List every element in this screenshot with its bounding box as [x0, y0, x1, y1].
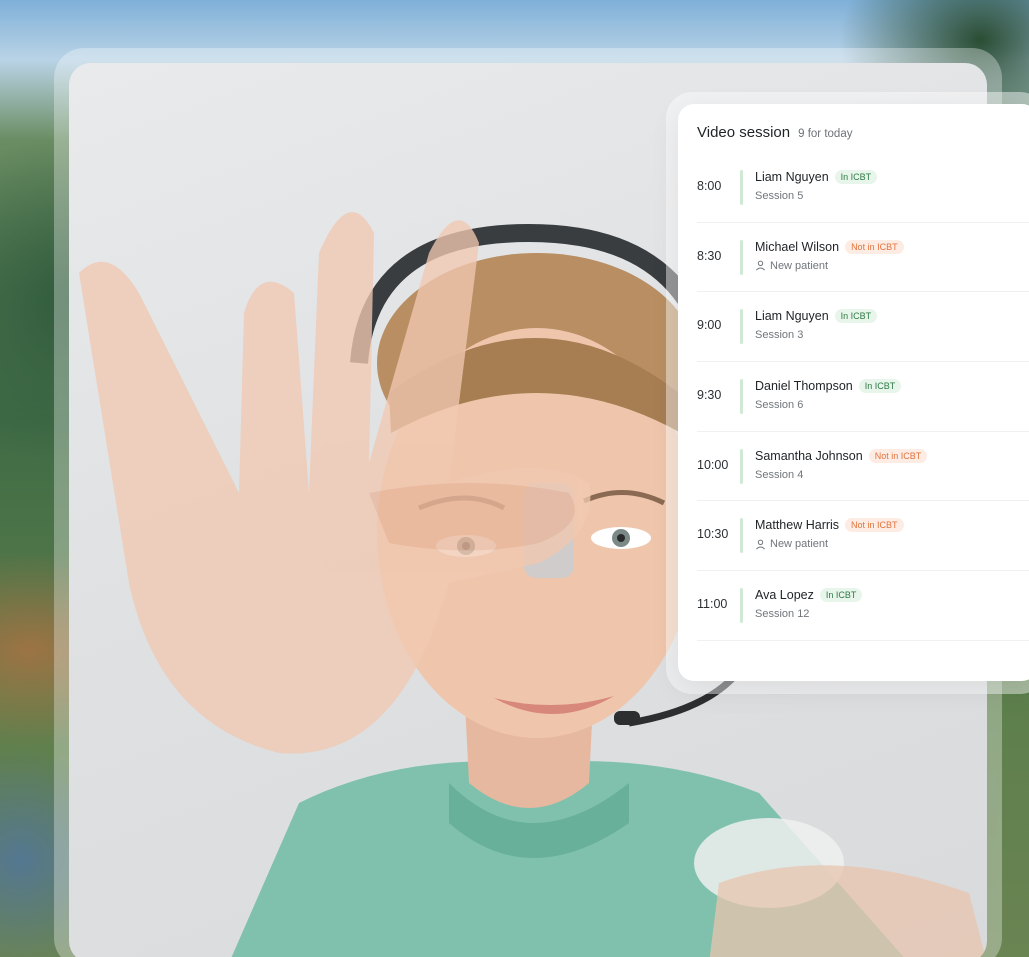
- icbt-status-badge: Not in ICBT: [868, 448, 928, 463]
- icbt-status-badge: In ICBT: [834, 170, 878, 184]
- session-row[interactable]: 10:30 Matthew Harris Not in ICBT New patien…: [697, 501, 1029, 572]
- session-accent-bar: [740, 239, 743, 275]
- patient-name-line: Liam Nguyen In ICBT: [755, 170, 878, 184]
- session-time: 10:30: [697, 527, 729, 542]
- patient-name: Liam Nguyen: [755, 309, 829, 324]
- patient-name: Ava Lopez: [755, 588, 814, 603]
- person-icon: [756, 539, 765, 550]
- session-time: 8:30: [697, 248, 722, 263]
- session-accent-bar: [740, 379, 743, 415]
- icbt-status-badge: In ICBT: [858, 379, 902, 394]
- patient-name: Liam Nguyen: [755, 170, 829, 184]
- session-time: 9:30: [697, 388, 722, 403]
- session-detail-line: Session 12: [755, 608, 809, 620]
- session-detail-line: New patient: [755, 538, 828, 550]
- session-detail: Session 12: [755, 608, 810, 621]
- session-accent-bar: [740, 170, 743, 205]
- icbt-status-badge: In ICBT: [819, 588, 863, 603]
- patient-name-line: Samantha Johnson Not in ICBT: [755, 448, 928, 463]
- patient-name-line: Matthew Harris Not in ICBT: [755, 518, 904, 533]
- panel-title: Video session: [697, 124, 791, 141]
- session-detail-line: Session 5: [755, 190, 803, 202]
- patient-name-line: Michael Wilson Not in ICBT: [755, 239, 904, 254]
- session-detail: New patient: [770, 259, 829, 272]
- session-detail-line: Session 6: [755, 399, 803, 411]
- patient-name-line: Ava Lopez In ICBT: [755, 588, 863, 603]
- patient-name-line: Daniel Thompson In ICBT: [755, 379, 902, 394]
- patient-name-line: Liam Nguyen In ICBT: [755, 309, 878, 324]
- session-count: 9 for today: [798, 128, 853, 140]
- session-detail: Session 6: [755, 399, 804, 412]
- session-detail: Session 4: [755, 468, 804, 481]
- person-icon: [756, 260, 765, 271]
- session-row[interactable]: 9:30 Daniel Thompson In ICBT Session 6: [697, 362, 1029, 432]
- session-detail-line: Session 3: [755, 329, 803, 341]
- session-accent-bar: [740, 518, 743, 554]
- patient-name: Michael Wilson: [755, 239, 840, 254]
- video-session-panel: Video session 9 for today 8:00 Liam Nguye…: [678, 104, 1029, 681]
- session-row[interactable]: 9:00 Liam Nguyen In ICBT Session 3: [697, 292, 1029, 363]
- session-list: 8:00 Liam Nguyen In ICBT Session 5 8:30 Micha…: [697, 153, 1029, 641]
- patient-name: Samantha Johnson: [755, 448, 863, 463]
- patient-name: Daniel Thompson: [755, 379, 853, 394]
- session-accent-bar: [740, 448, 743, 484]
- session-time: 8:00: [697, 179, 722, 193]
- icbt-status-badge: Not in ICBT: [845, 518, 904, 533]
- session-row[interactable]: 10:00 Samantha Johnson Not in ICBT Session …: [697, 432, 1029, 502]
- patient-name: Matthew Harris: [755, 518, 840, 533]
- session-time: 11:00: [697, 597, 728, 612]
- session-accent-bar: [740, 309, 743, 345]
- session-row[interactable]: 8:00 Liam Nguyen In ICBT Session 5: [697, 153, 1029, 223]
- session-detail: Session 5: [755, 190, 804, 202]
- icbt-status-badge: In ICBT: [834, 309, 878, 324]
- session-row[interactable]: 11:00 Ava Lopez In ICBT Session 12: [697, 571, 1029, 641]
- session-detail: New patient: [770, 538, 829, 551]
- session-time: 9:00: [697, 318, 722, 333]
- session-row[interactable]: 8:30 Michael Wilson Not in ICBT New patient: [697, 223, 1029, 293]
- session-detail-line: Session 4: [755, 469, 803, 481]
- panel-header: Video session 9 for today: [697, 124, 852, 141]
- icbt-status-badge: Not in ICBT: [845, 239, 904, 254]
- session-detail: Session 3: [755, 329, 804, 342]
- session-accent-bar: [740, 588, 743, 624]
- session-detail-line: New patient: [755, 260, 828, 272]
- session-time: 10:00: [697, 457, 729, 472]
